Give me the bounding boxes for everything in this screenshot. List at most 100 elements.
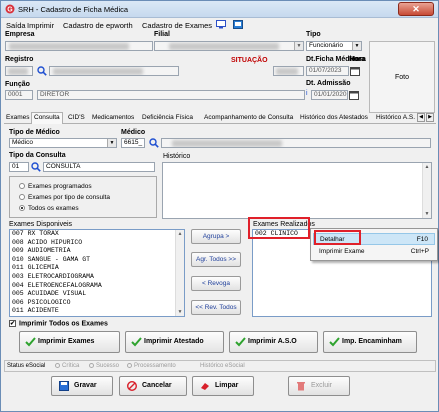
tipo-value: Funcionário xyxy=(309,42,343,49)
exames-scrollbar[interactable]: ▲ ▼ xyxy=(175,230,184,316)
empresa-field[interactable] xyxy=(5,41,153,51)
app-logo-icon: G xyxy=(5,4,15,14)
imprimir-todos-checkbox[interactable]: ✔ Imprimir Todos os Exames xyxy=(9,320,108,327)
chevron-down-icon[interactable]: ▼ xyxy=(107,139,116,147)
funcao-code-field[interactable]: 0001 xyxy=(5,90,33,100)
scroll-up-icon[interactable]: ▲ xyxy=(176,230,184,238)
tipo-consulta-code-field[interactable]: 01 xyxy=(9,162,29,172)
funcao-name-field[interactable]: DIRETOR xyxy=(37,90,305,100)
radio-todos-exames[interactable]: Todos os exames xyxy=(19,205,79,212)
chevron-down-icon[interactable]: ▼ xyxy=(352,42,361,50)
radio-exames-programados[interactable]: Exames programados xyxy=(19,183,92,190)
historico-scrollbar[interactable]: ▲ ▼ xyxy=(422,163,431,218)
chevron-down-icon[interactable]: ▼ xyxy=(294,42,303,50)
screen-icon[interactable] xyxy=(233,20,243,29)
radio-selected-icon[interactable] xyxy=(19,205,25,212)
photo-box[interactable]: Foto xyxy=(369,41,435,113)
situacao-label: SITUAÇÃO xyxy=(231,57,268,64)
filial-field[interactable]: ▼ xyxy=(154,41,304,51)
tab-medicamentos[interactable]: Medicamentos xyxy=(92,114,134,124)
button-label: Imprimir A.S.O xyxy=(248,338,297,345)
imprimir-atestado-button[interactable]: Imprimir Atestado xyxy=(125,331,224,353)
search-icon[interactable] xyxy=(149,138,159,148)
trash-icon xyxy=(297,382,305,391)
radio-icon xyxy=(55,363,60,368)
revoga-button[interactable]: < Revoga xyxy=(191,276,241,291)
highlight-box xyxy=(248,217,310,239)
tab-acompanhamento[interactable]: Acompanhamento de Consulta xyxy=(204,114,293,124)
menu-item-label: Imprimir Exame xyxy=(319,248,365,255)
menu-imprimir[interactable]: Imprimir xyxy=(27,21,54,30)
highlight-box xyxy=(314,230,361,245)
list-item[interactable]: 008 ACIDO HIPURICO xyxy=(10,239,184,248)
menu-cadastro-epworth[interactable]: Cadastro de epworth xyxy=(63,21,133,30)
registro-field[interactable] xyxy=(5,66,33,76)
scroll-down-icon[interactable]: ▼ xyxy=(176,308,184,316)
medico-code-field[interactable]: 6615_ xyxy=(121,138,145,148)
tipo-medico-value: Médico xyxy=(12,139,33,146)
scroll-down-icon[interactable]: ▼ xyxy=(423,210,431,218)
menu-bar: Saída Imprimir Cadastro de epworth Cadas… xyxy=(2,19,437,31)
limpar-button[interactable]: Limpar xyxy=(192,376,254,396)
list-item[interactable]: 007 RX TORAX xyxy=(10,230,184,239)
close-button[interactable]: ✕ xyxy=(398,2,434,16)
list-item[interactable]: 005 ACUIDADE VISUAL xyxy=(10,290,184,299)
checkbox-checked-icon[interactable]: ✔ xyxy=(9,320,16,327)
calendar-icon[interactable] xyxy=(350,66,360,76)
radio-icon[interactable] xyxy=(19,183,25,190)
list-item[interactable]: 006 PSICOLOGICO xyxy=(10,299,184,308)
tipo-medico-select[interactable]: Médico ▼ xyxy=(9,138,117,148)
tab-scroll-right-icon[interactable]: ▶ xyxy=(426,113,434,122)
dt-ficha-field[interactable]: 01/07/2023 xyxy=(306,66,349,76)
list-item[interactable]: 004 ELETROENCEFALOGRAMA xyxy=(10,282,184,291)
tab-historico-as[interactable]: Histórico A.S. xyxy=(376,114,416,124)
funcao-label: Função xyxy=(5,81,30,88)
rev-todos-button[interactable]: << Rev. Todos xyxy=(191,300,241,315)
imprimir-aso-button[interactable]: Imprimir A.S.O xyxy=(229,331,318,353)
list-item[interactable]: 010 SANGUE - GAMA GT xyxy=(10,256,184,265)
tab-consulta[interactable]: Consulta xyxy=(31,112,63,124)
tab-exames[interactable]: Exames xyxy=(6,114,29,124)
agrupa-button[interactable]: Agrupa > xyxy=(191,229,241,244)
situacao-field xyxy=(273,66,304,76)
save-icon xyxy=(59,381,69,391)
radio-label: Exames por tipo de consulta xyxy=(28,194,111,201)
list-item[interactable]: 003 ELETROCARDIOGRAMA xyxy=(10,273,184,282)
button-label: Limpar xyxy=(215,382,239,389)
cancelar-button[interactable]: Cancelar xyxy=(119,376,187,396)
exames-disponiveis-label: Exames Disponiveis xyxy=(9,221,73,228)
menu-saida[interactable]: Saída xyxy=(6,21,26,30)
list-item[interactable]: 011 ACIDENTE xyxy=(10,307,184,316)
status-processamento: Processamento xyxy=(127,363,176,369)
scroll-up-icon[interactable]: ▲ xyxy=(423,163,431,171)
radio-icon[interactable] xyxy=(19,194,25,201)
medico-name-field[interactable] xyxy=(161,138,431,148)
tipo-consulta-name-field[interactable]: CONSULTA xyxy=(43,162,155,172)
tab-historico-atestados[interactable]: Histórico dos Atestados xyxy=(300,114,368,124)
agr-todos-button[interactable]: Agr. Todos >> xyxy=(191,252,241,267)
list-item[interactable]: 009 AUDIOMETRIA xyxy=(10,247,184,256)
tab-cids[interactable]: CID'S xyxy=(68,114,85,124)
status-label: Processamento xyxy=(134,363,176,370)
search-icon[interactable] xyxy=(37,66,47,76)
gravar-button[interactable]: Gravar xyxy=(51,376,113,396)
monitor-icon[interactable] xyxy=(216,20,226,29)
search-icon[interactable] xyxy=(31,162,41,172)
tipo-select[interactable]: Funcionário ▼ xyxy=(306,41,362,51)
radio-exames-tipo-consulta[interactable]: Exames por tipo de consulta xyxy=(19,194,110,201)
list-item[interactable]: 011 GLICEMIA xyxy=(10,264,184,273)
menu-item-imprimir-exame[interactable]: Imprimir Exame Ctrl+P xyxy=(313,246,435,258)
dt-admissao-field[interactable]: 01/01/2020 xyxy=(311,90,348,100)
imprimir-exames-button[interactable]: Imprimir Exames xyxy=(19,331,120,353)
calendar-icon[interactable] xyxy=(349,90,359,100)
historico-textarea[interactable]: ▲ ▼ xyxy=(162,162,432,219)
nome-field[interactable] xyxy=(49,66,179,76)
tab-deficiencia-fisica[interactable]: Deficiência Física xyxy=(142,114,193,124)
menu-cadastro-exames[interactable]: Cadastro de Exames xyxy=(142,21,212,30)
excluir-button[interactable]: Excluir xyxy=(288,376,350,396)
tab-scroll-left-icon[interactable]: ◀ xyxy=(417,113,425,122)
exames-disponiveis-list[interactable]: 007 RX TORAX 008 ACIDO HIPURICO 009 AUDI… xyxy=(9,229,185,317)
check-icon xyxy=(329,337,340,347)
historico-esocial-button[interactable]: Histórico eSocial xyxy=(200,363,245,369)
imp-encaminham-button[interactable]: Imp. Encaminham xyxy=(323,331,417,353)
